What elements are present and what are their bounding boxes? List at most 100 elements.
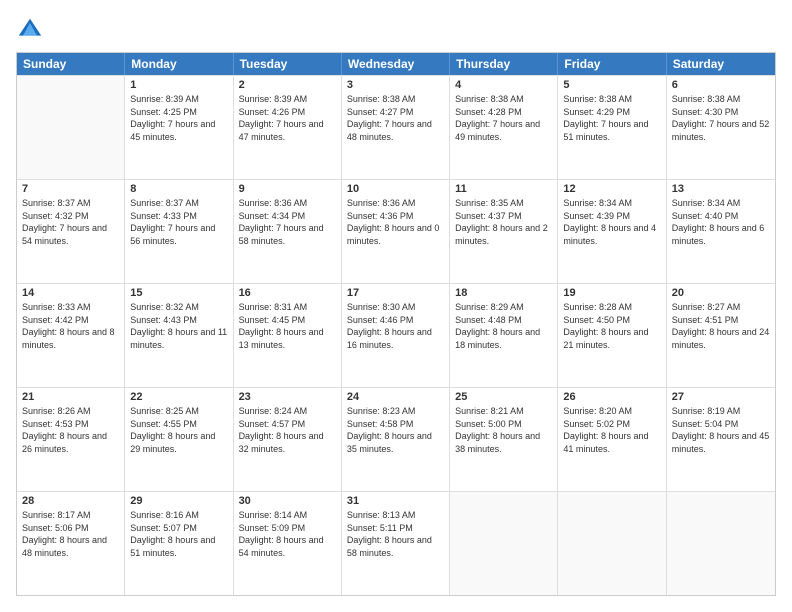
day-info: Sunrise: 8:39 AMSunset: 4:26 PMDaylight:… xyxy=(239,93,336,143)
day-number: 13 xyxy=(672,183,770,195)
day-number: 12 xyxy=(563,183,660,195)
calendar-cell: 22Sunrise: 8:25 AMSunset: 4:55 PMDayligh… xyxy=(125,388,233,491)
calendar-cell: 24 Sunrise: 8:23 AMSunset: 4:58 PMDayligh… xyxy=(342,388,450,491)
day-number: 27 xyxy=(672,391,770,403)
calendar-cell: 21 Sunrise: 8:26 AMSunset: 4:53 PMDayligh… xyxy=(17,388,125,491)
day-info: Sunrise: 8:38 AMSunset: 4:28 PMDaylight:… xyxy=(455,93,552,143)
day-number: 14 xyxy=(22,287,119,299)
calendar-cell: 8Sunrise: 8:37 AMSunset: 4:33 PMDaylight… xyxy=(125,180,233,283)
calendar-cell xyxy=(558,492,666,595)
day-info: Sunrise: 8:38 AMSunset: 4:27 PMDaylight:… xyxy=(347,93,444,143)
logo xyxy=(16,16,48,44)
day-number: 18 xyxy=(455,287,552,299)
day-info: Sunrise: 8:27 AMSunset: 4:51 PMDaylight:… xyxy=(672,301,770,351)
calendar-cell: 23Sunrise: 8:24 AMSunset: 4:57 PMDayligh… xyxy=(234,388,342,491)
calendar-cell: 28Sunrise: 8:17 AMSunset: 5:06 PMDayligh… xyxy=(17,492,125,595)
calendar-cell: 12 Sunrise: 8:34 AMSunset: 4:39 PMDayligh… xyxy=(558,180,666,283)
day-number: 31 xyxy=(347,495,444,507)
day-info: Sunrise: 8:20 AMSunset: 5:02 PMDaylight:… xyxy=(563,405,660,455)
calendar-cell: 4 Sunrise: 8:38 AMSunset: 4:28 PMDaylight… xyxy=(450,76,558,179)
day-info: Sunrise: 8:35 AMSunset: 4:37 PMDaylight:… xyxy=(455,197,552,247)
day-info: Sunrise: 8:29 AMSunset: 4:48 PMDaylight:… xyxy=(455,301,552,351)
day-info: Sunrise: 8:26 AMSunset: 4:53 PMDaylight:… xyxy=(22,405,119,455)
calendar-cell: 10 Sunrise: 8:36 AMSunset: 4:36 PMDayligh… xyxy=(342,180,450,283)
header-day-tuesday: Tuesday xyxy=(234,53,342,75)
calendar-cell: 30 Sunrise: 8:14 AMSunset: 5:09 PMDayligh… xyxy=(234,492,342,595)
calendar-cell: 31 Sunrise: 8:13 AMSunset: 5:11 PMDayligh… xyxy=(342,492,450,595)
day-number: 5 xyxy=(563,79,660,91)
day-number: 26 xyxy=(563,391,660,403)
header-day-sunday: Sunday xyxy=(17,53,125,75)
day-number: 11 xyxy=(455,183,552,195)
calendar-cell: 17 Sunrise: 8:30 AMSunset: 4:46 PMDayligh… xyxy=(342,284,450,387)
day-number: 30 xyxy=(239,495,336,507)
calendar-cell: 16Sunrise: 8:31 AMSunset: 4:45 PMDayligh… xyxy=(234,284,342,387)
calendar-cell: 18 Sunrise: 8:29 AMSunset: 4:48 PMDayligh… xyxy=(450,284,558,387)
day-info: Sunrise: 8:34 AMSunset: 4:39 PMDaylight:… xyxy=(563,197,660,247)
day-info: Sunrise: 8:14 AMSunset: 5:09 PMDaylight:… xyxy=(239,509,336,559)
calendar-cell: 29Sunrise: 8:16 AMSunset: 5:07 PMDayligh… xyxy=(125,492,233,595)
header xyxy=(16,16,776,44)
day-info: Sunrise: 8:34 AMSunset: 4:40 PMDaylight:… xyxy=(672,197,770,247)
day-number: 20 xyxy=(672,287,770,299)
day-info: Sunrise: 8:19 AMSunset: 5:04 PMDaylight:… xyxy=(672,405,770,455)
calendar-cell: 1Sunrise: 8:39 AMSunset: 4:25 PMDaylight… xyxy=(125,76,233,179)
calendar-cell: 20 Sunrise: 8:27 AMSunset: 4:51 PMDayligh… xyxy=(667,284,775,387)
day-number: 9 xyxy=(239,183,336,195)
calendar-cell: 15 Sunrise: 8:32 AMSunset: 4:43 PMDayligh… xyxy=(125,284,233,387)
day-info: Sunrise: 8:30 AMSunset: 4:46 PMDaylight:… xyxy=(347,301,444,351)
day-number: 10 xyxy=(347,183,444,195)
calendar-week-4: 28Sunrise: 8:17 AMSunset: 5:06 PMDayligh… xyxy=(17,491,775,595)
day-number: 6 xyxy=(672,79,770,91)
day-number: 19 xyxy=(563,287,660,299)
page: SundayMondayTuesdayWednesdayThursdayFrid… xyxy=(0,0,792,612)
day-info: Sunrise: 8:32 AMSunset: 4:43 PMDaylight:… xyxy=(130,301,227,351)
calendar-cell xyxy=(667,492,775,595)
day-number: 17 xyxy=(347,287,444,299)
day-number: 25 xyxy=(455,391,552,403)
header-day-friday: Friday xyxy=(558,53,666,75)
day-info: Sunrise: 8:38 AMSunset: 4:30 PMDaylight:… xyxy=(672,93,770,143)
calendar-cell: 3Sunrise: 8:38 AMSunset: 4:27 PMDaylight… xyxy=(342,76,450,179)
day-info: Sunrise: 8:28 AMSunset: 4:50 PMDaylight:… xyxy=(563,301,660,351)
calendar-cell: 19 Sunrise: 8:28 AMSunset: 4:50 PMDayligh… xyxy=(558,284,666,387)
day-number: 4 xyxy=(455,79,552,91)
calendar-cell: 13 Sunrise: 8:34 AMSunset: 4:40 PMDayligh… xyxy=(667,180,775,283)
day-info: Sunrise: 8:21 AMSunset: 5:00 PMDaylight:… xyxy=(455,405,552,455)
header-day-thursday: Thursday xyxy=(450,53,558,75)
day-number: 22 xyxy=(130,391,227,403)
day-info: Sunrise: 8:38 AMSunset: 4:29 PMDaylight:… xyxy=(563,93,660,143)
calendar-cell: 7Sunrise: 8:37 AMSunset: 4:32 PMDaylight… xyxy=(17,180,125,283)
day-number: 21 xyxy=(22,391,119,403)
calendar-week-3: 21 Sunrise: 8:26 AMSunset: 4:53 PMDayligh… xyxy=(17,387,775,491)
day-number: 28 xyxy=(22,495,119,507)
day-number: 24 xyxy=(347,391,444,403)
day-info: Sunrise: 8:36 AMSunset: 4:34 PMDaylight:… xyxy=(239,197,336,247)
calendar-cell: 2 Sunrise: 8:39 AMSunset: 4:26 PMDaylight… xyxy=(234,76,342,179)
day-info: Sunrise: 8:23 AMSunset: 4:58 PMDaylight:… xyxy=(347,405,444,455)
day-info: Sunrise: 8:37 AMSunset: 4:33 PMDaylight:… xyxy=(130,197,227,247)
header-day-monday: Monday xyxy=(125,53,233,75)
calendar: SundayMondayTuesdayWednesdayThursdayFrid… xyxy=(16,52,776,596)
calendar-cell: 9 Sunrise: 8:36 AMSunset: 4:34 PMDaylight… xyxy=(234,180,342,283)
day-info: Sunrise: 8:13 AMSunset: 5:11 PMDaylight:… xyxy=(347,509,444,559)
calendar-cell: 27 Sunrise: 8:19 AMSunset: 5:04 PMDayligh… xyxy=(667,388,775,491)
day-number: 2 xyxy=(239,79,336,91)
calendar-week-2: 14 Sunrise: 8:33 AMSunset: 4:42 PMDayligh… xyxy=(17,283,775,387)
calendar-cell: 11 Sunrise: 8:35 AMSunset: 4:37 PMDayligh… xyxy=(450,180,558,283)
logo-icon xyxy=(16,16,44,44)
calendar-body: 1Sunrise: 8:39 AMSunset: 4:25 PMDaylight… xyxy=(17,75,775,595)
day-number: 16 xyxy=(239,287,336,299)
calendar-cell xyxy=(17,76,125,179)
day-info: Sunrise: 8:24 AMSunset: 4:57 PMDaylight:… xyxy=(239,405,336,455)
calendar-header: SundayMondayTuesdayWednesdayThursdayFrid… xyxy=(17,53,775,75)
day-info: Sunrise: 8:36 AMSunset: 4:36 PMDaylight:… xyxy=(347,197,444,247)
calendar-cell: 14 Sunrise: 8:33 AMSunset: 4:42 PMDayligh… xyxy=(17,284,125,387)
day-number: 29 xyxy=(130,495,227,507)
calendar-week-0: 1Sunrise: 8:39 AMSunset: 4:25 PMDaylight… xyxy=(17,75,775,179)
day-number: 15 xyxy=(130,287,227,299)
day-info: Sunrise: 8:39 AMSunset: 4:25 PMDaylight:… xyxy=(130,93,227,143)
day-info: Sunrise: 8:33 AMSunset: 4:42 PMDaylight:… xyxy=(22,301,119,351)
calendar-week-1: 7Sunrise: 8:37 AMSunset: 4:32 PMDaylight… xyxy=(17,179,775,283)
day-number: 7 xyxy=(22,183,119,195)
